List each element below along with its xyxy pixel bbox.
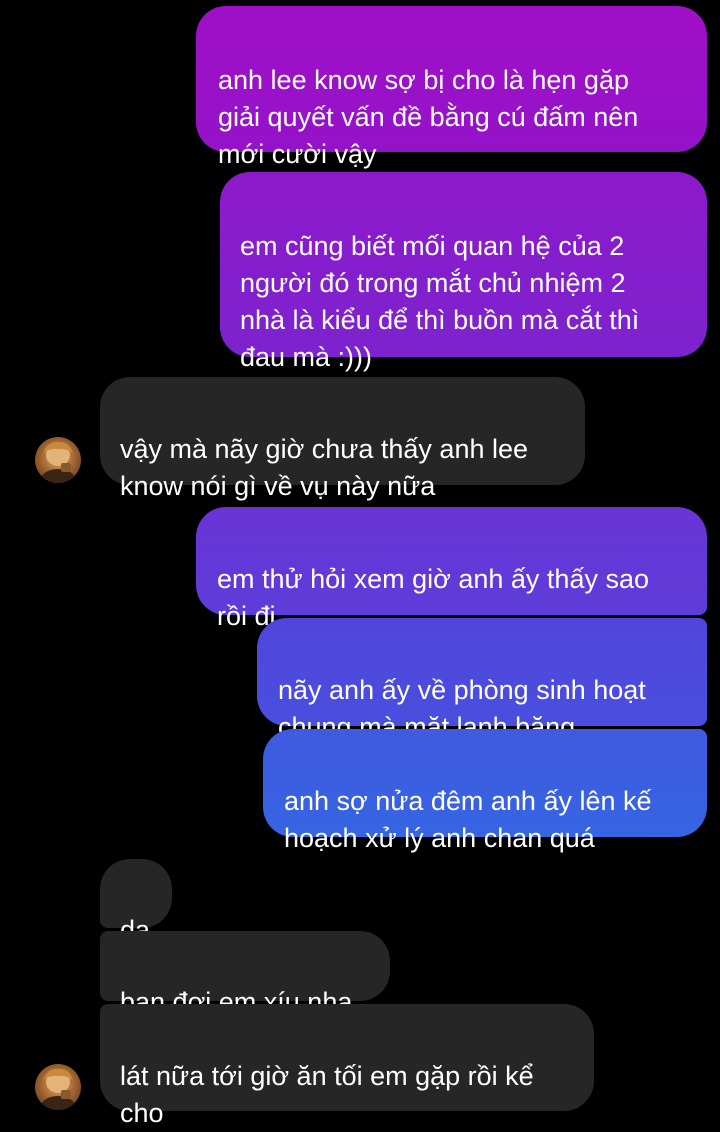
message-text: lát nữa tới giờ ăn tối em gặp rồi kể cho (120, 1061, 534, 1128)
avatar-photo-icon (40, 441, 76, 483)
incoming-message-bubble[interactable]: lát nữa tới giờ ăn tối em gặp rồi kể cho (100, 1004, 594, 1128)
outgoing-message-bubble[interactable]: anh lee know sợ bị cho là hẹn gặp giải q… (196, 6, 707, 169)
contact-avatar[interactable] (35, 437, 81, 483)
incoming-message-bubble[interactable]: vậy mà nãy giờ chưa thấy anh lee know nó… (100, 377, 585, 501)
message-text: anh sợ nửa đêm anh ấy lên kế hoạch xử lý… (284, 786, 652, 853)
message-text: em cũng biết mối quan hệ của 2 người đó … (240, 231, 640, 372)
incoming-message-bubble[interactable]: dạ (100, 859, 172, 945)
incoming-message-bubble[interactable]: bạn đợi em xíu nha (100, 931, 390, 1017)
avatar-photo-icon (40, 1068, 76, 1110)
contact-avatar[interactable] (35, 1064, 81, 1110)
message-text: vậy mà nãy giờ chưa thấy anh lee know nó… (120, 434, 529, 501)
outgoing-message-bubble[interactable]: em thử hỏi xem giờ anh ấy thấy sao rồi đ… (196, 507, 707, 631)
outgoing-message-bubble[interactable]: anh sợ nửa đêm anh ấy lên kế hoạch xử lý… (263, 729, 707, 853)
outgoing-message-bubble[interactable]: em cũng biết mối quan hệ của 2 người đó … (220, 172, 707, 372)
message-text: anh lee know sợ bị cho là hẹn gặp giải q… (218, 65, 639, 169)
outgoing-message-bubble[interactable]: nãy anh ấy về phòng sinh hoạt chung mà m… (257, 618, 707, 742)
